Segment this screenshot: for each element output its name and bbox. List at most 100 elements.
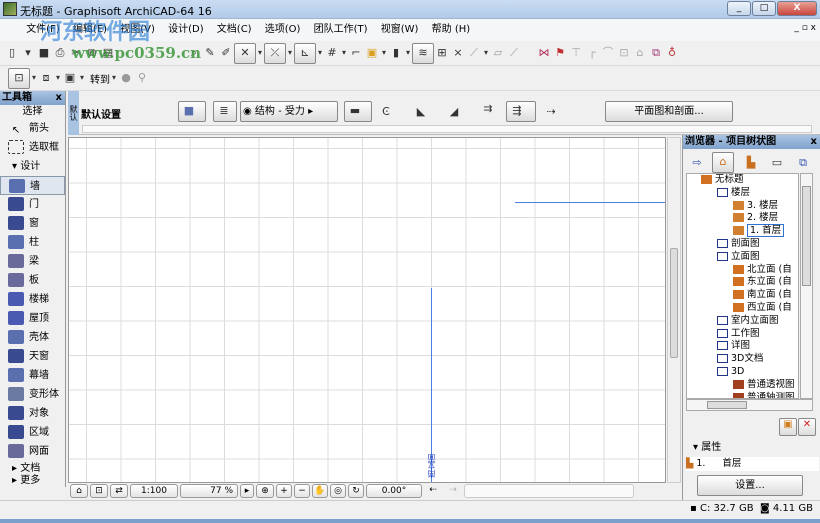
tree-node[interactable]: 3D文档	[687, 353, 798, 366]
floor-plan-button[interactable]: ⊡	[8, 67, 30, 89]
dropdown-icon[interactable]: ▾	[78, 70, 86, 86]
open-icon[interactable]: ▾	[21, 45, 35, 61]
tree-node[interactable]: 无标题	[687, 174, 798, 187]
project-map-button[interactable]: ⌂	[712, 152, 734, 173]
tree-node[interactable]: 北立面 (自	[687, 264, 798, 277]
tree-node[interactable]: 西立面 (自	[687, 302, 798, 315]
zoom-field[interactable]: 77 %	[180, 484, 238, 498]
tool-9[interactable]: 天窗	[0, 347, 65, 366]
tool-0[interactable]: 墙	[0, 176, 65, 195]
copy-icon[interactable]: ⧉	[85, 45, 99, 61]
tool-14[interactable]: 网面	[0, 442, 65, 461]
pan-icon[interactable]: ✋	[312, 484, 328, 498]
tool-3[interactable]: 柱	[0, 233, 65, 252]
canvas-vertical-scrollbar[interactable]	[667, 137, 681, 483]
scroll-thumb[interactable]	[802, 186, 811, 286]
menu-view[interactable]: 视图(V)	[115, 19, 160, 41]
grid-icon[interactable]: #	[325, 45, 339, 61]
mdi-controls[interactable]: _ ▫ x	[794, 23, 816, 33]
tree-node[interactable]: 南立面 (自	[687, 289, 798, 302]
tool-4[interactable]: 梁	[0, 252, 65, 271]
story-number-field[interactable]: 1.	[696, 457, 722, 471]
layer-dropdown[interactable]: ◉ 结构 - 受力 ▸	[240, 101, 338, 122]
goto-button[interactable]: 转到	[90, 71, 110, 86]
geometry-button[interactable]: ▬	[344, 101, 372, 122]
render-icon[interactable]: ●	[119, 70, 133, 86]
settings-button[interactable]: 设置...	[697, 475, 803, 496]
tree-node[interactable]: 剖面图	[687, 238, 798, 251]
adjust-icon[interactable]: ⟋	[507, 45, 521, 61]
dropdown-icon[interactable]: ▾	[30, 70, 38, 86]
menu-document[interactable]: 文档(C)	[212, 19, 257, 41]
dropdown-icon[interactable]: ▾	[482, 45, 490, 61]
menu-help[interactable]: 帮助 (H)	[427, 19, 476, 41]
roof-icon[interactable]: ⌂	[633, 45, 647, 61]
pen-icon[interactable]: ▮	[389, 45, 403, 61]
trace-button[interactable]: ≋	[412, 42, 434, 64]
tool-11[interactable]: 变形体	[0, 385, 65, 404]
tree-node[interactable]: 普通透视图	[687, 379, 798, 392]
properties-toggle[interactable]: ▾ 属性	[693, 441, 721, 455]
tool-2[interactable]: 窗	[0, 214, 65, 233]
walk-icon[interactable]: ⚲	[135, 70, 149, 86]
tool-10[interactable]: 幕墙	[0, 366, 65, 385]
layer-icon[interactable]: ▣	[365, 45, 379, 61]
find-icon[interactable]: ⌕	[187, 45, 201, 61]
table-icon[interactable]: ⊞	[435, 45, 449, 61]
design-section-toggle[interactable]: ▾ 设计	[0, 157, 65, 176]
offset-icon[interactable]: ⊡	[617, 45, 631, 61]
next-zoom-icon[interactable]: ⇢	[444, 484, 462, 498]
project-tree[interactable]: 无标题 楼层 3. 楼层 2. 楼层 1. 首层 剖面图 立面图 北立面 (自 东立面 (自 南立…	[686, 173, 799, 399]
document-section-toggle[interactable]: ▸ 文档	[0, 463, 65, 475]
dropdown-icon[interactable]: ▾	[340, 45, 348, 61]
new-icon[interactable]: ▯	[5, 45, 19, 61]
save-icon[interactable]: ■	[37, 45, 51, 61]
group-icon[interactable]: ⧉	[649, 45, 663, 61]
minimize-button[interactable]: _	[727, 1, 751, 16]
floor-plan-canvas[interactable]: 南立面	[68, 137, 666, 483]
scroll-thumb[interactable]	[707, 401, 747, 409]
ref-line-center-button[interactable]: ⇶	[506, 101, 536, 122]
zoom-in-icon[interactable]: +	[276, 484, 292, 498]
menu-edit[interactable]: 编辑(E)	[68, 19, 112, 41]
tree-node[interactable]: 东立面 (自	[687, 276, 798, 289]
layer-combination-icon[interactable]: ⌂	[70, 484, 88, 498]
tool-5[interactable]: 板	[0, 271, 65, 290]
close-button[interactable]: X	[777, 1, 817, 16]
tool-12[interactable]: 对象	[0, 404, 65, 423]
dimension-icon[interactable]: ⌐	[349, 45, 363, 61]
zoom-out-icon[interactable]: −	[294, 484, 310, 498]
flag-icon[interactable]: ⚑	[553, 45, 567, 61]
curved-wall-icon[interactable]: Ͼ	[379, 104, 393, 120]
dropdown-icon[interactable]: ▾	[54, 70, 62, 86]
inject-icon[interactable]: ✐	[219, 45, 233, 61]
tree-node[interactable]: 1. 首层	[687, 224, 798, 238]
corner-icon[interactable]: ┌	[585, 45, 599, 61]
tree-node[interactable]: 工作图	[687, 328, 798, 341]
curve-icon[interactable]: ⌒	[601, 45, 615, 61]
view-map-icon[interactable]: ▙	[744, 155, 758, 171]
x-icon[interactable]: ×	[451, 45, 465, 61]
intersect-icon[interactable]: ⋈	[537, 45, 551, 61]
scroll-thumb[interactable]	[670, 248, 678, 358]
suspend-icon[interactable]: ♁	[665, 45, 679, 61]
fit-window-icon[interactable]: ◎	[330, 484, 346, 498]
maximize-button[interactable]: □	[752, 1, 776, 16]
delete-view-button[interactable]: ✕	[798, 418, 816, 436]
floor-plan-section-tab[interactable]: 平面图和剖面...	[605, 101, 733, 122]
dropdown-icon[interactable]: ▾	[404, 45, 412, 61]
navigator-menu-icon[interactable]: ⇨	[687, 155, 707, 171]
3d-window-icon[interactable]: ⧈	[39, 70, 53, 86]
tree-node[interactable]: 3. 楼层	[687, 200, 798, 213]
pen-set-icon[interactable]: ⇄	[110, 484, 128, 498]
orientation-field[interactable]: 0.00°	[366, 484, 422, 498]
tool-8[interactable]: 壳体	[0, 328, 65, 347]
tool-arrow[interactable]: ↖ 箭头	[0, 119, 65, 138]
dropdown-icon[interactable]: ▾	[110, 70, 118, 86]
story-name-field[interactable]: 首层	[722, 458, 741, 469]
layer-stack-button[interactable]: ≣	[213, 101, 237, 122]
tool-6[interactable]: 楼梯	[0, 290, 65, 309]
layout-icon[interactable]: ▣	[63, 70, 77, 86]
print-icon[interactable]: ⎙	[53, 45, 67, 61]
toolbox-close-icon[interactable]: x	[56, 91, 62, 105]
